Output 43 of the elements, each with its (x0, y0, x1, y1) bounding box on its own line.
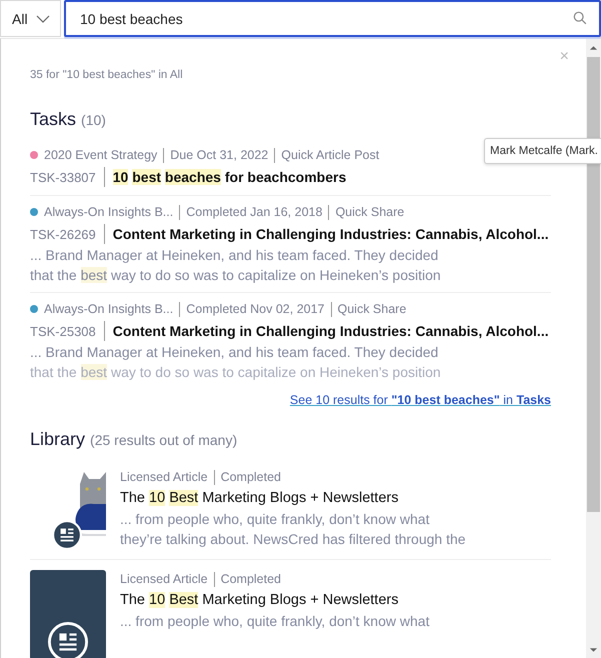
project-name: Always-On Insights B... (44, 205, 174, 219)
article-title-link[interactable]: The 10 Best Marketing Blogs + Newsletters (120, 490, 551, 506)
snippet-text: they’re talking about. NewsCred has filtered through the (120, 530, 467, 549)
content-source: Licensed Article (120, 470, 208, 484)
snippet-text: ... from people who, quite frankly, don’t know what (120, 612, 430, 631)
project-name: 2020 Event Strategy (44, 148, 158, 162)
article-icon (52, 520, 82, 550)
task-type: Quick Article Post (281, 148, 380, 162)
snippet-text: ... Brand Manager at Heineken, and his team faced. They decided (30, 343, 440, 362)
scroll-down-icon[interactable] (589, 647, 598, 653)
task-title-link[interactable]: 10 best beaches for beachcombers (112, 169, 346, 185)
search-icon[interactable] (573, 11, 587, 25)
results-summary: 35 for "10 best beaches" in All (30, 69, 184, 81)
section-heading: Library (30, 429, 86, 449)
task-status: Due Oct 31, 2022 (170, 148, 268, 162)
project-name: Always-On Insights B... (44, 302, 174, 316)
content-status: Completed (220, 572, 282, 586)
snippet-text: ... from people who, quite frankly, don’t know what (120, 510, 430, 529)
task-status: Completed Jan 16, 2018 (186, 205, 322, 219)
snippet-text: ... Brand Manager at Heineken, and his team faced. They decided (30, 246, 440, 265)
article-title-link[interactable]: The 10 Best Marketing Blogs + Newsletters (120, 592, 551, 608)
article-icon (48, 622, 88, 658)
scope-dropdown[interactable]: All (0, 0, 61, 37)
content-source: Licensed Article (120, 572, 208, 586)
chevron-down-icon (36, 14, 50, 22)
result-count: (25 results out of many) (90, 432, 238, 448)
task-id: TSK-26269 (30, 226, 96, 242)
snippet-text: that the best way to do so was to capitalize on Heineken’s position (30, 266, 442, 285)
task-id: TSK-33807 (30, 170, 96, 184)
see-all-link[interactable]: See 10 results for "10 best beaches" in Tasks (290, 393, 551, 407)
section-heading: Tasks (30, 109, 76, 129)
task-id: TSK-25308 (30, 324, 96, 338)
task-status: Completed Nov 02, 2017 (186, 302, 324, 316)
snippet-text: that the best way to do so was to capitalize on Heineken’s position (30, 363, 442, 382)
content-status: Completed (220, 470, 282, 484)
result-count: (10) (81, 112, 106, 128)
task-type: Quick Share (338, 302, 406, 316)
search-field[interactable]: 10 best beaches (64, 0, 601, 37)
task-type: Quick Share (335, 205, 404, 219)
tooltip: Mark Metcalfe (Mark. (484, 138, 601, 164)
scroll-up-icon[interactable] (589, 45, 598, 51)
task-title-link[interactable]: Content Marketing in Challenging Industries: Cannabis, Alcohol... (112, 323, 549, 339)
task-title-link[interactable]: Content Marketing in Challenging Industries: Cannabis, Alcohol... (112, 226, 549, 242)
